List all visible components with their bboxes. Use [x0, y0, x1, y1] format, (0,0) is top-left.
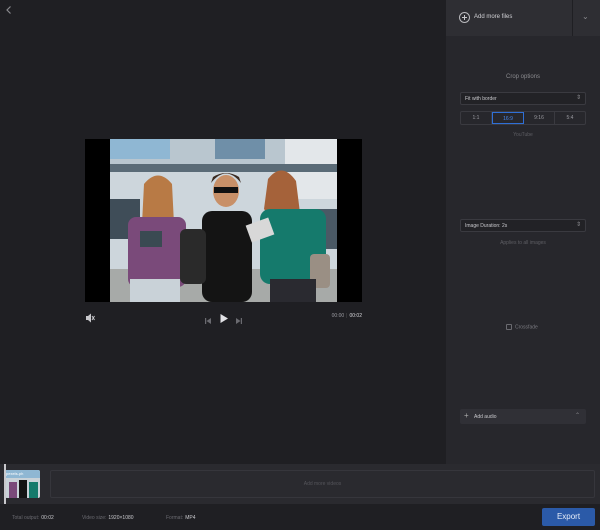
- format-label: Format:: [166, 515, 184, 521]
- total-output-info: Total output: 00:02: [12, 515, 54, 521]
- back-arrow-icon[interactable]: [4, 5, 14, 15]
- crossfade-label: Crossfade: [515, 324, 538, 331]
- add-audio-label: Add audio: [474, 414, 497, 420]
- preview-image: [110, 139, 337, 302]
- chevron-up-icon[interactable]: ⌃: [575, 412, 580, 419]
- preview-workspace: 00:00 | 00:02: [0, 0, 446, 464]
- ratio-9-16[interactable]: 9:16: [524, 112, 555, 124]
- chevron-down-icon[interactable]: ⌄: [582, 12, 589, 21]
- image-duration-select[interactable]: Image Duration: 2s ⇕: [460, 219, 586, 232]
- skip-back-icon[interactable]: [204, 312, 212, 330]
- crossfade-toggle[interactable]: Crossfade: [506, 324, 538, 330]
- plus-icon: +: [464, 411, 469, 420]
- ratio-hint: YouTube: [513, 132, 533, 138]
- add-audio-button[interactable]: + Add audio ⌃: [460, 409, 586, 424]
- settings-panel: Add more files ⌄ Crop options Fit with b…: [446, 0, 600, 464]
- crop-options-title: Crop options: [505, 74, 541, 80]
- add-circle-icon: [459, 12, 470, 23]
- crop-mode-select[interactable]: Fit with border ⇕: [460, 92, 586, 105]
- add-more-videos-area[interactable]: Add more videos: [50, 470, 595, 498]
- total-output-value: 00:02: [41, 515, 54, 521]
- timeline: pexels-ph Add more videos: [0, 464, 600, 504]
- ratio-5-4[interactable]: 5:4: [555, 112, 585, 124]
- play-icon[interactable]: [219, 311, 229, 329]
- skip-forward-icon[interactable]: [235, 312, 243, 330]
- ratio-16-9[interactable]: 16:9: [492, 112, 524, 124]
- total-output-label: Total output:: [12, 515, 40, 521]
- export-button[interactable]: Export: [542, 508, 595, 526]
- select-arrows-icon: ⇕: [575, 222, 581, 228]
- add-files-divider: [572, 0, 573, 36]
- timecode: 00:00 | 00:02: [332, 313, 362, 319]
- video-size-label: Video size:: [82, 515, 107, 521]
- ratio-1-1[interactable]: 1:1: [461, 112, 492, 124]
- image-duration-value: Image Duration: 2s: [465, 223, 508, 229]
- timecode-separator: |: [346, 313, 348, 319]
- select-arrows-icon: ⇕: [575, 95, 581, 101]
- crop-mode-value: Fit with border: [465, 96, 497, 102]
- playhead[interactable]: [4, 464, 6, 504]
- player-controls: 00:00 | 00:02: [85, 311, 362, 325]
- footer-bar: Total output: 00:02 Video size: 1920×1080 …: [0, 504, 600, 530]
- clip-label: pexels-ph: [6, 471, 24, 476]
- video-size-value: 1920×1080: [108, 515, 134, 521]
- duration-hint: Applies to all images: [500, 240, 546, 246]
- video-preview: [85, 139, 362, 302]
- timeline-clip[interactable]: pexels-ph: [5, 470, 40, 498]
- video-maker-app: 00:00 | 00:02 Add more files ⌄ Crop option…: [0, 0, 600, 530]
- crossfade-checkbox[interactable]: [506, 324, 512, 330]
- format-value: MP4: [185, 515, 196, 521]
- current-time: 00:00: [331, 313, 345, 319]
- total-duration: 00:02: [349, 313, 362, 319]
- add-more-files-button[interactable]: Add more files ⌄: [446, 0, 600, 36]
- aspect-ratio-group: 1:1 16:9 9:16 5:4: [460, 111, 586, 125]
- video-size-info[interactable]: Video size: 1920×1080: [82, 515, 134, 521]
- mute-icon[interactable]: [85, 311, 95, 323]
- format-info[interactable]: Format: MP4: [166, 515, 196, 521]
- add-files-label: Add more files: [474, 14, 513, 20]
